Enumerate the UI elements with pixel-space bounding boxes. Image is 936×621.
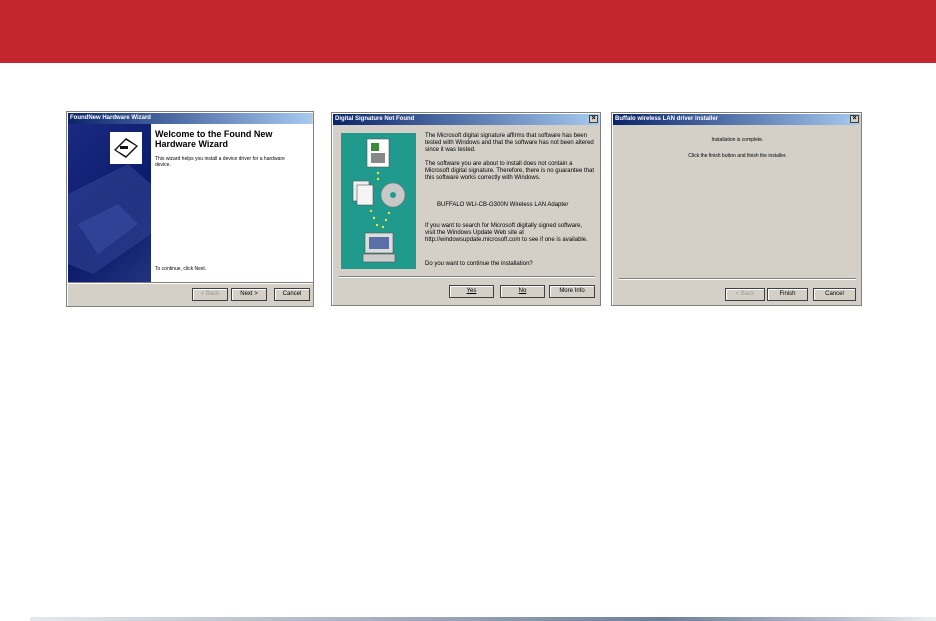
wizard-separator [68,282,313,284]
wizard-side-graphic [68,132,151,274]
signature-window: Digital Signature Not Found × The Micros… [331,112,601,306]
window-title: Buffalo wireless LAN driver installer [613,114,860,125]
wizard-side-panel [68,124,151,282]
continue-question: Do you want to continue the installation… [425,261,533,267]
install-instruction-text: Click the finish button and finish the i… [688,153,787,159]
cancel-button[interactable]: Cancel [813,288,856,301]
install-complete-text: Installation is complete. [711,137,764,143]
wizard-intro: This wizard helps you install a device d… [155,156,285,168]
yes-button[interactable]: Yes [449,285,494,298]
cancel-button[interactable]: Cancel [274,288,310,301]
signature-separator [339,276,595,278]
close-icon[interactable]: × [589,115,598,123]
no-button[interactable]: No [500,285,545,298]
signature-para-1: The Microsoft digital signature affirms … [425,133,594,153]
next-button[interactable]: Next > [231,288,267,301]
header-banner [0,0,936,63]
close-icon[interactable]: × [850,115,859,123]
window-title: Digital Signature Not Found [333,114,599,125]
device-name: BUFFALO WLI-CB-G300N Wireless LAN Adapte… [437,202,569,208]
more-info-button[interactable]: More Info [549,285,595,298]
back-button[interactable]: < Back [192,288,228,301]
window-title: FoundNew Hardware Wizard [68,113,312,124]
footer-divider [30,617,936,621]
installer-window: Buffalo wireless LAN driver installer × … [611,112,862,306]
wizard-continue-text: To continue, click Next. [155,266,207,272]
hardware-wizard-window: FoundNew Hardware Wizard Welcome to the … [66,111,314,307]
installer-separator [619,278,856,280]
signature-para-3: If you want to search for Microsoft digi… [425,223,588,243]
wizard-heading: Welcome to the Found New Hardware Wizard [155,129,273,149]
hardware-wizard-icon [110,132,142,164]
signature-para-2: The software you are about to install do… [425,161,594,181]
signature-illustration [341,133,416,269]
finish-button[interactable]: Finish [767,288,808,301]
back-button[interactable]: < Back [725,288,765,301]
